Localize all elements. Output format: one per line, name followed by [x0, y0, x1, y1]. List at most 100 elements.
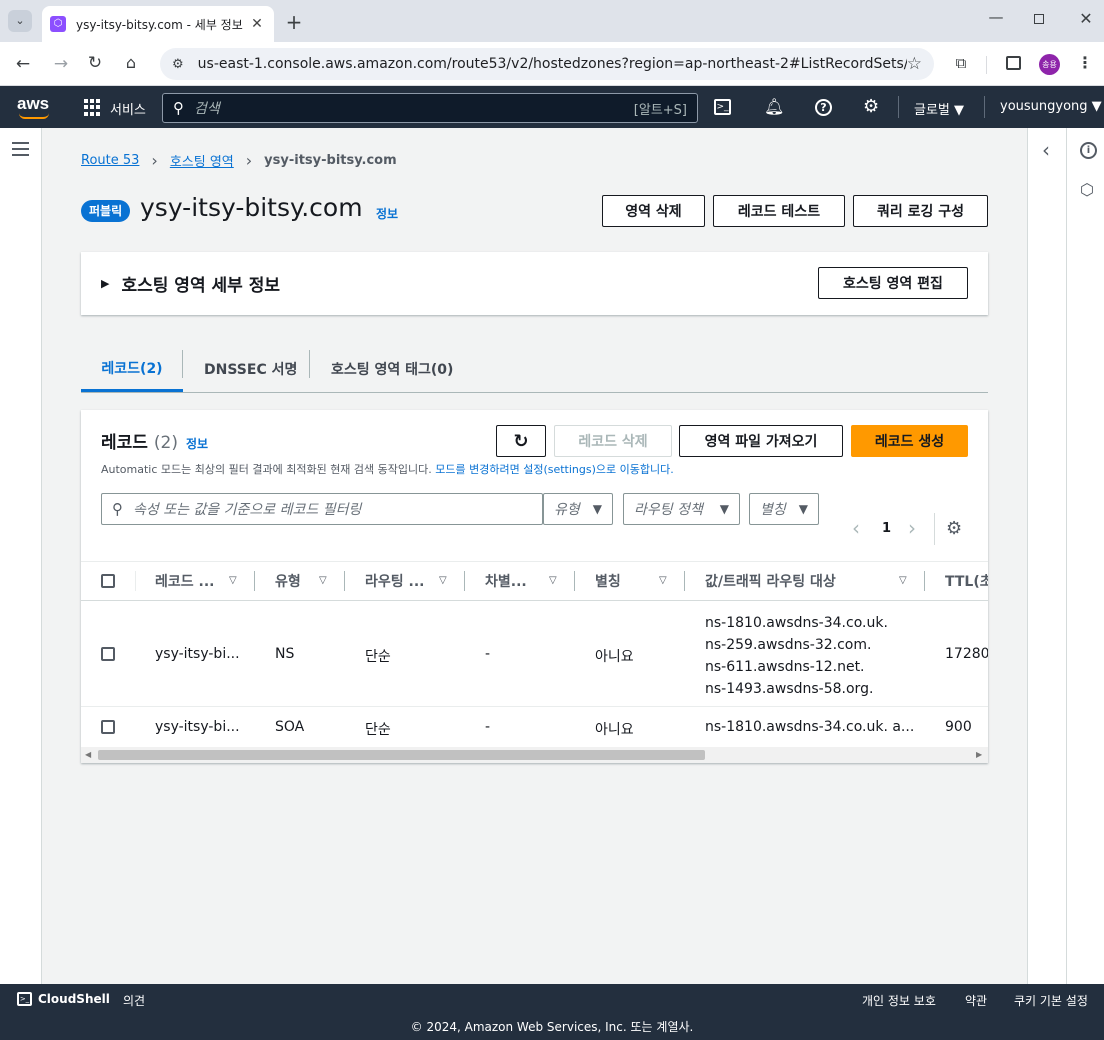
footer-terms-link[interactable]: 약관: [965, 992, 987, 1009]
column-header-record-name[interactable]: 레코드 ...: [155, 562, 214, 600]
row-checkbox[interactable]: [101, 720, 115, 734]
home-icon[interactable]: ⌂: [120, 53, 142, 72]
reload-icon[interactable]: ↻: [84, 53, 106, 73]
col-alias-label: 별칭: [595, 574, 621, 590]
column-header-differentiator[interactable]: 차별...: [485, 562, 527, 600]
aws-logo[interactable]: aws: [17, 94, 49, 114]
bookmark-star-icon[interactable]: ☆: [907, 54, 922, 74]
table-row[interactable]: ysy-itsy-bi... SOA 단순 - 아니요 ns-1810.awsd…: [81, 707, 988, 747]
test-record-button[interactable]: 레코드 테스트: [713, 195, 845, 227]
browser-menu-icon[interactable]: ⋮: [1076, 53, 1094, 72]
alias-filter-dropdown[interactable]: 별칭 ▼: [749, 493, 819, 525]
scroll-left-icon[interactable]: ◀: [85, 750, 91, 759]
routing-policy-filter-dropdown[interactable]: 라우팅 정책 ▼: [623, 493, 740, 525]
column-divider: [574, 571, 575, 591]
forward-icon[interactable]: →: [50, 54, 72, 74]
tab-records[interactable]: 레코드(2): [81, 346, 183, 392]
delete-record-button[interactable]: 레코드 삭제: [554, 425, 672, 457]
left-nav-rail: [0, 128, 42, 984]
url-bar[interactable]: ⚙ us-east-1.console.aws.amazon.com/route…: [160, 48, 934, 80]
page-info-link[interactable]: 정보: [376, 205, 398, 222]
new-tab-icon[interactable]: +: [284, 10, 304, 34]
column-divider: [684, 571, 685, 591]
sort-caret-icon[interactable]: ▽: [319, 575, 327, 586]
table-row[interactable]: ysy-itsy-bi... NS 단순 - 아니요 ns-1810.awsdn…: [81, 601, 988, 706]
filter-placeholder: 속성 또는 값을 기준으로 레코드 필터링: [133, 502, 362, 518]
value-line: ns-611.awsdns-12.net.: [705, 659, 865, 675]
type-filter-label: 유형: [554, 502, 580, 518]
settings-gear-icon[interactable]: ⚙: [863, 96, 879, 117]
records-info-link[interactable]: 정보: [186, 435, 208, 452]
maximize-icon[interactable]: [1034, 14, 1044, 24]
tab-divider: [309, 350, 310, 378]
profile-avatar[interactable]: 송용: [1039, 54, 1060, 75]
region-selector[interactable]: 글로벌 ▼: [914, 99, 964, 118]
next-page-icon[interactable]: ›: [908, 516, 916, 540]
select-all-checkbox[interactable]: [101, 574, 115, 588]
type-filter-dropdown[interactable]: 유형 ▼: [543, 493, 613, 525]
current-page[interactable]: 1: [882, 521, 891, 536]
help-icon[interactable]: ?: [815, 99, 832, 116]
delete-zone-button[interactable]: 영역 삭제: [602, 195, 705, 227]
info-panel-icon[interactable]: i: [1080, 142, 1097, 159]
tab-close-icon[interactable]: ✕: [248, 16, 266, 32]
extensions-icon[interactable]: ⧉: [950, 54, 972, 72]
configure-query-logging-button[interactable]: 쿼리 로깅 구성: [853, 195, 988, 227]
differentiator-cell: -: [485, 719, 491, 735]
breadcrumb-route53[interactable]: Route 53: [81, 153, 139, 168]
edit-hosted-zone-button[interactable]: 호스팅 영역 편집: [818, 267, 968, 299]
record-name-cell: ysy-itsy-bi...: [155, 719, 240, 735]
footer-cloudshell-link[interactable]: CloudShell: [38, 992, 110, 1006]
aws-search-input[interactable]: ⚲ 검색 [알트+S]: [162, 93, 698, 123]
url-text: us-east-1.console.aws.amazon.com/route53…: [197, 56, 907, 72]
side-panel-icon[interactable]: [1006, 56, 1021, 70]
notifications-bell-icon[interactable]: 🔔︎: [764, 97, 784, 116]
column-header-routing[interactable]: 라우팅 ...: [365, 562, 424, 600]
sort-caret-icon[interactable]: ▽: [439, 575, 447, 586]
records-filter-input[interactable]: ⚲ 속성 또는 값을 기준으로 레코드 필터링: [101, 493, 543, 525]
footer-cloudshell-icon[interactable]: >_: [17, 992, 32, 1006]
tab-search-icon[interactable]: ⌄: [8, 10, 32, 32]
sort-caret-icon[interactable]: ▽: [899, 575, 907, 586]
prev-page-icon[interactable]: ‹: [852, 516, 860, 540]
footer-feedback-link[interactable]: 의견: [123, 992, 145, 1009]
scrollbar-thumb[interactable]: [98, 750, 705, 760]
ttl-cell-wrap: 172800: [945, 646, 988, 662]
hamburger-menu-icon[interactable]: [12, 142, 29, 156]
column-header-alias[interactable]: 별칭: [595, 562, 621, 600]
col-diff-label: 차별...: [485, 574, 527, 590]
column-header-value[interactable]: 값/트래픽 라우팅 대상: [705, 562, 836, 600]
services-grid-icon[interactable]: [84, 99, 101, 116]
create-record-button[interactable]: 레코드 생성: [851, 425, 968, 457]
details-expander[interactable]: ▶ 호스팅 영역 세부 정보: [101, 271, 280, 296]
back-icon[interactable]: ←: [12, 54, 34, 74]
settings-link[interactable]: 모드를 변경하려면 설정(settings)으로 이동합니다.: [435, 463, 673, 476]
refresh-icon[interactable]: ↻: [496, 425, 546, 457]
details-title: 호스팅 영역 세부 정보: [121, 276, 280, 296]
sort-caret-icon[interactable]: ▽: [549, 575, 557, 586]
horizontal-scrollbar[interactable]: ◀ ▶: [81, 747, 988, 763]
collapse-panel-chevron-icon[interactable]: ‹: [1042, 138, 1050, 162]
cloudshell-icon[interactable]: >_: [714, 99, 731, 115]
footer-privacy-link[interactable]: 개인 정보 보호: [862, 992, 936, 1009]
services-menu[interactable]: 서비스: [110, 99, 146, 118]
breadcrumb-hosted-zones[interactable]: 호스팅 영역: [170, 151, 234, 170]
site-settings-icon[interactable]: ⚙: [172, 57, 184, 72]
account-menu[interactable]: yousungyong ▼: [1000, 99, 1102, 114]
table-preferences-gear-icon[interactable]: ⚙: [946, 518, 962, 539]
tab-tags[interactable]: 호스팅 영역 태그(0): [331, 346, 453, 392]
column-header-type[interactable]: 유형: [275, 562, 301, 600]
tutorial-panel-icon[interactable]: ⬡: [1080, 180, 1094, 199]
sort-caret-icon[interactable]: ▽: [229, 575, 237, 586]
column-header-ttl[interactable]: TTL(초: [945, 562, 988, 600]
sort-caret-icon[interactable]: ▽: [659, 575, 667, 586]
scroll-right-icon[interactable]: ▶: [976, 750, 982, 759]
footer-cookies-link[interactable]: 쿠키 기본 설정: [1014, 992, 1088, 1009]
minimize-icon[interactable]: —: [986, 8, 1006, 26]
row-checkbox[interactable]: [101, 647, 115, 661]
tab-dnssec[interactable]: DNSSEC 서명: [204, 346, 297, 392]
import-zone-file-button[interactable]: 영역 파일 가져오기: [679, 425, 843, 457]
browser-tab[interactable]: ⬡ ysy-itsy-bitsy.com - 세부 정보 ✕: [42, 6, 274, 42]
window-close-icon[interactable]: ✕: [1076, 9, 1096, 28]
breadcrumb-current: ysy-itsy-bitsy.com: [264, 153, 397, 168]
